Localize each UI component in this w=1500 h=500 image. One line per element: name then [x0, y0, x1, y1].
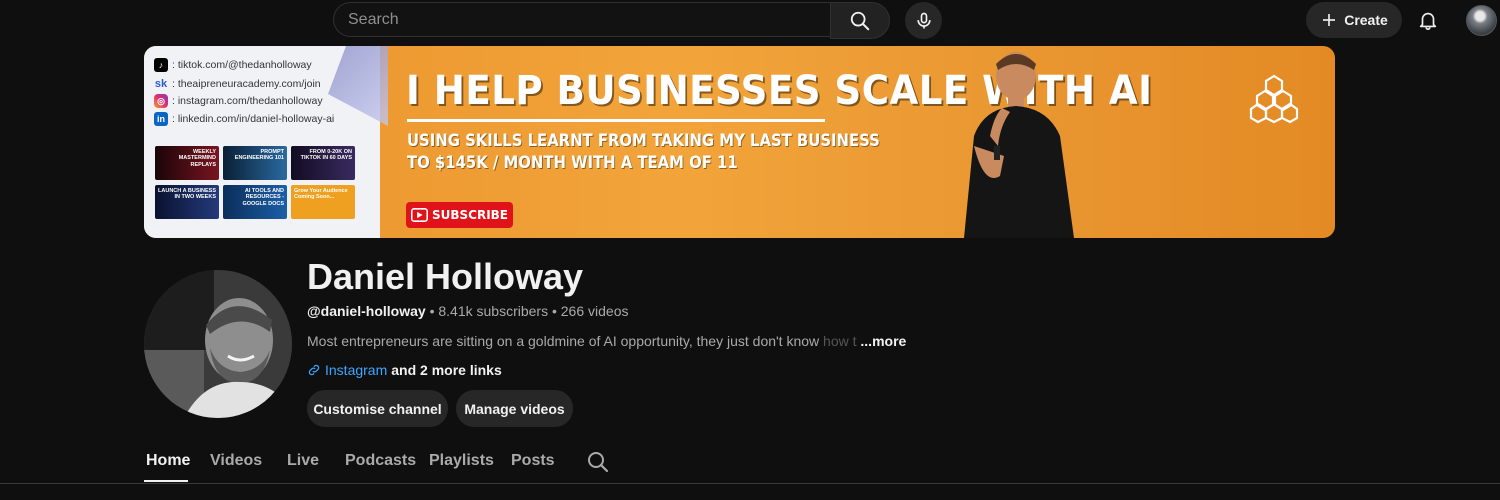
tab-videos[interactable]: Videos	[210, 452, 262, 470]
banner-link-skool: sk : theaipreneuracademy.com/join	[154, 77, 321, 91]
linkedin-icon: in	[154, 112, 168, 126]
banner-thumbnail: PROMPT ENGINEERING 101	[223, 146, 287, 180]
search-icon	[850, 11, 870, 30]
banner-thumbnail: WEEKLY MASTERMIND REPLAYS	[155, 146, 219, 180]
video-count: 266 videos	[560, 303, 629, 319]
tab-podcasts[interactable]: Podcasts	[345, 452, 416, 470]
banner-thumbnail: FROM 0-20K ON TIKTOK IN 60 DAYS	[291, 146, 355, 180]
banner-thumbnail: Grow Your Audience Coming Soon...	[291, 185, 355, 219]
speaker-photo	[964, 52, 1074, 238]
channel-description[interactable]: Most entrepreneurs are sitting on a gold…	[307, 333, 906, 349]
tabs-divider	[0, 483, 1500, 484]
banner-divider	[407, 119, 825, 122]
channel-banner: ♪ : tiktok.com/@thedanholloway sk : thea…	[144, 46, 1335, 238]
tab-playlists[interactable]: Playlists	[429, 452, 494, 470]
channel-name: Daniel Holloway	[307, 256, 584, 297]
banner-link-tiktok: ♪ : tiktok.com/@thedanholloway	[154, 58, 312, 72]
active-tab-indicator	[144, 480, 188, 482]
subscriber-count: 8.41k subscribers	[438, 303, 549, 319]
create-label: Create	[1344, 12, 1388, 28]
tab-live[interactable]: Live	[287, 452, 319, 470]
manage-videos-button[interactable]: Manage videos	[456, 390, 573, 427]
plus-icon	[1323, 14, 1336, 26]
search-input[interactable]	[334, 3, 830, 36]
banner-link-text: : theaipreneuracademy.com/join	[172, 78, 321, 90]
description-more-link[interactable]: ...more	[860, 333, 906, 349]
search-box[interactable]	[333, 2, 830, 37]
tiktok-icon: ♪	[154, 58, 168, 72]
channel-avatar[interactable]	[144, 270, 292, 418]
channel-meta: @daniel-holloway • 8.41k subscribers • 2…	[307, 303, 628, 319]
banner-subscribe-label: SUBSCRIBE	[431, 208, 508, 222]
microphone-icon	[916, 12, 931, 28]
banner-link-text: : tiktok.com/@thedanholloway	[172, 59, 312, 71]
banner-subtitle-line: USING SKILLS LEARNT FROM TAKING MY LAST …	[407, 131, 880, 150]
instagram-link[interactable]: Instagram	[325, 362, 387, 378]
banner-link-linkedin: in : linkedin.com/in/daniel-holloway-ai	[154, 112, 334, 126]
more-links-button[interactable]: and 2 more links	[391, 362, 501, 378]
banner-decor-shape	[328, 46, 388, 126]
meta-separator: •	[551, 303, 557, 319]
customise-channel-label: Customise channel	[313, 400, 442, 417]
description-text: Most entrepreneurs are sitting on a gold…	[307, 333, 820, 349]
customise-channel-button[interactable]: Customise channel	[307, 390, 448, 427]
instagram-icon: ◎	[154, 94, 168, 108]
notifications-button[interactable]	[1412, 4, 1444, 36]
banner-link-text: : linkedin.com/in/daniel-holloway-ai	[172, 113, 335, 125]
banner-thumbnail: LAUNCH A BUSINESS IN TWO WEEKS	[155, 185, 219, 219]
banner-link-instagram: ◎ : instagram.com/thedanholloway	[154, 94, 323, 108]
banner-links-panel: ♪ : tiktok.com/@thedanholloway sk : thea…	[144, 46, 388, 238]
banner-subscribe-graphic: SUBSCRIBE	[406, 202, 513, 228]
manage-videos-label: Manage videos	[464, 400, 565, 417]
play-icon	[411, 208, 428, 222]
banner-subtitle-line: TO $145K / MONTH WITH A TEAM OF 11	[407, 153, 738, 172]
search-button[interactable]	[830, 2, 890, 39]
search-icon[interactable]	[586, 450, 610, 474]
voice-search-button[interactable]	[905, 2, 942, 39]
banner-thumbnail: AI TOOLS AND RESOURCES - GOOGLE DOCS	[223, 185, 287, 219]
banner-subtitle: USING SKILLS LEARNT FROM TAKING MY LAST …	[407, 130, 880, 174]
account-avatar[interactable]	[1466, 5, 1497, 36]
channel-links: Instagram and 2 more links	[307, 362, 502, 378]
description-fade-text: how t	[823, 333, 857, 349]
banner-link-text: : instagram.com/thedanholloway	[172, 95, 323, 107]
skool-icon: sk	[154, 78, 168, 90]
meta-separator: •	[429, 303, 435, 319]
channel-handle: @daniel-holloway	[307, 303, 426, 319]
bell-icon	[1419, 12, 1437, 30]
hexagon-logo	[1249, 74, 1299, 124]
tab-home[interactable]: Home	[146, 452, 190, 470]
tab-posts[interactable]: Posts	[511, 452, 555, 470]
link-icon	[308, 364, 320, 376]
create-button[interactable]: Create	[1306, 2, 1402, 38]
channel-avatar-photo	[144, 270, 292, 418]
